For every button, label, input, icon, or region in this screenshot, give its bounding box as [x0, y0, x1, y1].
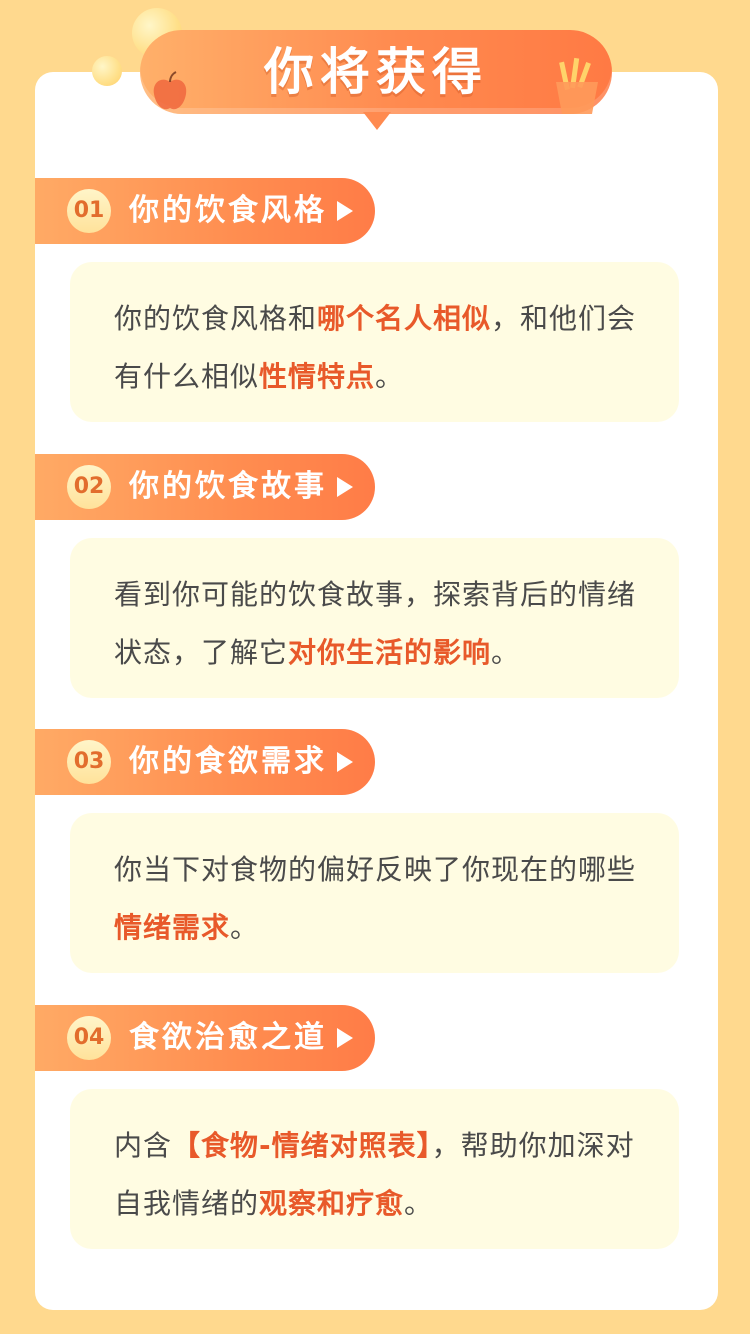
text-segment: 。: [491, 636, 521, 669]
section-description: 看到你可能的饮食故事，探索背后的情绪状态，了解它对你生活的影响。: [114, 566, 654, 682]
text-segment: 你的饮食风格和: [114, 302, 318, 335]
text-segment: 。: [375, 360, 405, 393]
play-arrow-icon: [337, 1028, 353, 1048]
section-number-badge: 04: [67, 1016, 111, 1060]
section-title: 你的食欲需求: [129, 744, 327, 779]
decor-bubble-small: [92, 56, 122, 86]
highlight-text: 哪个名人相似: [317, 302, 492, 335]
section-description: 你当下对食物的偏好反映了你现在的哪些情绪需求。: [114, 841, 654, 957]
highlight-text: 对你生活的影响: [288, 636, 492, 669]
play-arrow-icon: [337, 201, 353, 221]
banner-pointer: [363, 112, 391, 130]
highlight-text: 观察和疗愈: [259, 1187, 405, 1220]
page-title: 你将获得: [264, 43, 488, 101]
section-number-badge: 02: [67, 465, 111, 509]
section-description: 内含【食物-情绪对照表】，帮助你加深对自我情绪的观察和疗愈。: [114, 1117, 654, 1233]
highlight-text: 【食物-情绪对照表】: [172, 1129, 432, 1162]
play-arrow-icon: [337, 752, 353, 772]
play-arrow-icon: [337, 477, 353, 497]
text-segment: 。: [230, 911, 260, 944]
section-content-box: 内含【食物-情绪对照表】，帮助你加深对自我情绪的观察和疗愈。: [70, 1089, 679, 1249]
section-number-badge: 01: [67, 189, 111, 233]
section-title: 你的饮食故事: [129, 469, 327, 504]
text-segment: 。: [404, 1187, 434, 1220]
section-tab: 03 你的食欲需求: [35, 729, 375, 795]
highlight-text: 性情特点: [259, 360, 376, 393]
highlight-text: 情绪需求: [114, 911, 231, 944]
section-content-box: 看到你可能的饮食故事，探索背后的情绪状态，了解它对你生活的影响。: [70, 538, 679, 698]
text-segment: 内含: [114, 1129, 173, 1162]
section-number-badge: 03: [67, 740, 111, 784]
section-content-box: 你的饮食风格和哪个名人相似，和他们会有什么相似性情特点。: [70, 262, 679, 422]
section-tab: 01 你的饮食风格: [35, 178, 375, 244]
section-content-box: 你当下对食物的偏好反映了你现在的哪些情绪需求。: [70, 813, 679, 973]
section-tab: 04 食欲治愈之道: [35, 1005, 375, 1071]
section-description: 你的饮食风格和哪个名人相似，和他们会有什么相似性情特点。: [114, 290, 654, 406]
section-title: 你的饮食风格: [129, 193, 327, 228]
text-segment: 你当下对食物的偏好反映了你现在的哪些: [114, 853, 637, 886]
section-tab: 02 你的饮食故事: [35, 454, 375, 520]
section-title: 食欲治愈之道: [129, 1020, 327, 1055]
